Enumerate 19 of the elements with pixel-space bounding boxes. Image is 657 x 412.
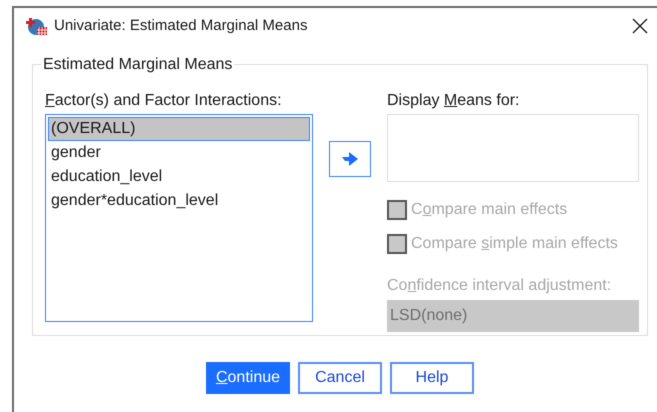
dialog-button[interactable]: Cancel	[298, 362, 382, 394]
factor-item[interactable]: gender	[48, 141, 310, 165]
checkbox-label: Compare simple main effects	[411, 234, 618, 254]
arrow-right-icon	[342, 152, 358, 166]
factor-item[interactable]: (OVERALL)	[48, 117, 310, 141]
dialog-button[interactable]: Continue	[206, 362, 290, 394]
close-button[interactable]	[630, 16, 650, 36]
move-button[interactable]	[329, 141, 371, 177]
window-title: Univariate: Estimated Marginal Means	[54, 16, 308, 36]
factors-list[interactable]: (OVERALL) gender education_level gender*education_level	[45, 114, 313, 322]
display-means-label: Display Means for:	[387, 91, 520, 111]
factor-item[interactable]: gender*education_level	[48, 189, 310, 213]
dialog-button[interactable]: Help	[390, 362, 474, 394]
ci-adjustment-label: Confidence interval adjustment:	[387, 276, 612, 296]
app-icon	[26, 16, 48, 36]
close-icon	[632, 18, 648, 34]
factor-item[interactable]: education_level	[48, 165, 310, 189]
factors-label: Factor(s) and Factor Interactions:	[45, 91, 283, 111]
checkbox-label: Compare main effects	[411, 200, 568, 220]
